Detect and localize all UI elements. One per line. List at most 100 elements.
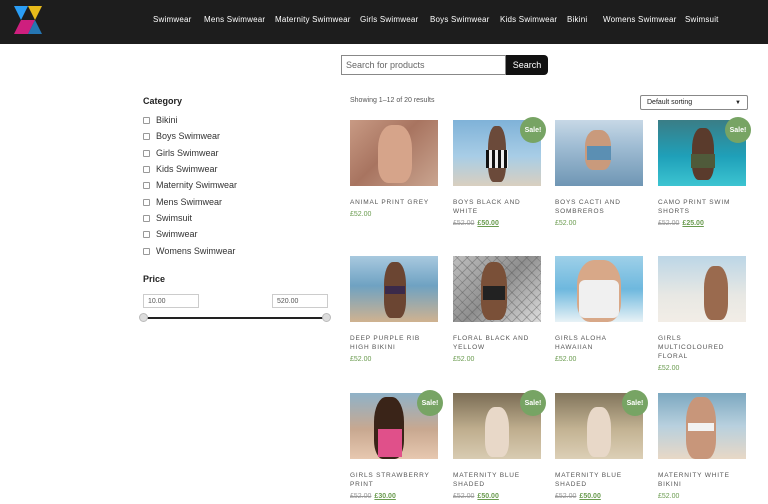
product-card[interactable]: GIRLS ALOHA HAWAIIAN £52.00 <box>555 256 644 364</box>
checkbox[interactable] <box>143 149 150 157</box>
product-card[interactable]: DEEP PURPLE RIB HIGH BIKINI £52.00 <box>350 256 439 364</box>
sale-badge: Sale! <box>417 390 443 416</box>
price: £52.00 <box>350 211 372 218</box>
price-max-input[interactable] <box>272 294 328 308</box>
product-title[interactable]: GIRLS ALOHA HAWAIIAN <box>555 334 644 352</box>
nav-item-bikini[interactable]: Bikini <box>567 15 587 24</box>
product-title[interactable]: MATERNITY WHITE BIKINI <box>658 471 747 489</box>
product-title[interactable]: MATERNITY BLUE SHADED <box>555 471 644 489</box>
checkbox[interactable] <box>143 247 150 255</box>
nav-item-mens-swimwear[interactable]: Mens Swimwear <box>204 15 265 24</box>
product-price: £52.00 £30.00 <box>350 492 439 501</box>
price-slider-min-handle[interactable] <box>139 313 148 322</box>
category-filter-maternity-swimwear[interactable]: Maternity Swimwear <box>143 179 237 191</box>
category-label: Bikini <box>156 115 178 125</box>
product-price: £52.00 £50.00 <box>453 219 542 228</box>
product-card[interactable]: Sale! MATERNITY BLUE SHADED £52.00 £50.00 <box>555 390 648 501</box>
product-price: £52.00 <box>350 210 439 219</box>
search-input[interactable] <box>341 55 506 75</box>
product-title[interactable]: BOYS CACTI AND SOMBREROS <box>555 198 644 216</box>
sort-dropdown[interactable]: Default sorting ▼ <box>640 95 748 110</box>
category-filter-kids-swimwear[interactable]: Kids Swimwear <box>143 163 218 175</box>
price-heading: Price <box>143 274 166 284</box>
category-filter-swimwear[interactable]: Swimwear <box>143 228 198 240</box>
category-filter-womens-swimwear[interactable]: Womens Swimwear <box>143 245 235 257</box>
product-image[interactable] <box>555 120 643 186</box>
product-title[interactable]: GIRLS MULTICOLOURED FLORAL <box>658 334 747 361</box>
category-label: Swimsuit <box>156 213 193 223</box>
product-image[interactable] <box>350 120 438 186</box>
nav-item-swimsuit[interactable]: Swimsuit <box>685 15 719 24</box>
product-card[interactable]: Sale! GIRLS STRAWBERRY PRINT £52.00 £30.0… <box>350 390 443 501</box>
old-price: £52.00 <box>453 493 475 500</box>
checkbox[interactable] <box>143 132 150 140</box>
sale-badge: Sale! <box>622 390 648 416</box>
category-filter-mens-swimwear[interactable]: Mens Swimwear <box>143 196 222 208</box>
checkbox[interactable] <box>143 181 150 189</box>
product-title[interactable]: DEEP PURPLE RIB HIGH BIKINI <box>350 334 439 352</box>
category-filter-girls-swimwear[interactable]: Girls Swimwear <box>143 147 219 159</box>
product-card[interactable]: BOYS CACTI AND SOMBREROS £52.00 <box>555 120 644 228</box>
price: £52.00 <box>555 220 577 227</box>
product-price: £52.00 <box>453 355 542 364</box>
product-title[interactable]: CAMO PRINT SWIM SHORTS <box>658 198 747 216</box>
price-slider-track[interactable] <box>143 317 326 319</box>
product-price: £52.00 £50.00 <box>453 492 542 501</box>
product-price: £52.00 <box>658 492 747 501</box>
sale-price: £50.00 <box>477 493 499 500</box>
category-label: Swimwear <box>156 229 198 239</box>
product-title[interactable]: MATERNITY BLUE SHADED <box>453 471 542 489</box>
product-title[interactable]: ANIMAL PRINT GREY <box>350 198 439 207</box>
price: £52.00 <box>555 356 577 363</box>
category-filter-bikini[interactable]: Bikini <box>143 114 178 126</box>
nav-item-maternity-swimwear[interactable]: Maternity Swimwear <box>275 15 351 24</box>
product-image[interactable] <box>555 256 643 322</box>
product-card[interactable]: MATERNITY WHITE BIKINI £52.00 <box>658 393 747 501</box>
sale-badge: Sale! <box>725 117 751 143</box>
price: £52.00 <box>658 493 680 500</box>
price-min-input[interactable] <box>143 294 199 308</box>
checkbox[interactable] <box>143 198 150 206</box>
nav-item-swimwear[interactable]: Swimwear <box>153 15 192 24</box>
category-filter-boys-swimwear[interactable]: Boys Swimwear <box>143 130 220 142</box>
product-card[interactable]: GIRLS MULTICOLOURED FLORAL £52.00 <box>658 256 747 373</box>
price: £52.00 <box>453 356 475 363</box>
sale-badge: Sale! <box>520 390 546 416</box>
product-image[interactable] <box>453 256 541 322</box>
product-card[interactable]: FLORAL BLACK AND YELLOW £52.00 <box>453 256 542 364</box>
product-card[interactable]: Sale! BOYS BLACK AND WHITE £52.00 £50.00 <box>453 117 546 228</box>
sale-price: £50.00 <box>477 220 499 227</box>
category-label: Boys Swimwear <box>156 131 221 141</box>
nav-item-boys-swimwear[interactable]: Boys Swimwear <box>430 15 490 24</box>
product-card[interactable]: Sale! MATERNITY BLUE SHADED £52.00 £50.00 <box>453 390 546 501</box>
product-title[interactable]: GIRLS STRAWBERRY PRINT <box>350 471 439 489</box>
category-filter-swimsuit[interactable]: Swimsuit <box>143 212 192 224</box>
sale-price: £50.00 <box>579 493 601 500</box>
category-heading: Category <box>143 96 183 106</box>
product-title[interactable]: FLORAL BLACK AND YELLOW <box>453 334 542 352</box>
checkbox[interactable] <box>143 116 150 124</box>
product-image[interactable] <box>658 393 746 459</box>
price: £52.00 <box>350 356 372 363</box>
nav-item-womens-swimwear[interactable]: Womens Swimwear <box>603 15 677 24</box>
checkbox[interactable] <box>143 165 150 173</box>
checkbox[interactable] <box>143 230 150 238</box>
product-card[interactable]: Sale! CAMO PRINT SWIM SHORTS £52.00 £25.0… <box>658 117 751 228</box>
product-title[interactable]: BOYS BLACK AND WHITE <box>453 198 542 216</box>
search-button[interactable]: Search <box>506 55 548 75</box>
nav-item-girls-swimwear[interactable]: Girls Swimwear <box>360 15 418 24</box>
old-price: £52.00 <box>658 220 680 227</box>
category-label: Womens Swimwear <box>156 246 236 256</box>
product-card[interactable]: ANIMAL PRINT GREY £52.00 <box>350 120 439 219</box>
nav-item-kids-swimwear[interactable]: Kids Swimwear <box>500 15 557 24</box>
sort-selected-label: Default sorting <box>647 99 693 106</box>
price-slider-max-handle[interactable] <box>322 313 331 322</box>
sale-badge: Sale! <box>520 117 546 143</box>
price: £52.00 <box>658 365 680 372</box>
category-label: Kids Swimwear <box>156 164 218 174</box>
product-image[interactable] <box>658 256 746 322</box>
checkbox[interactable] <box>143 214 150 222</box>
product-price: £52.00 <box>350 355 439 364</box>
product-image[interactable] <box>350 256 438 322</box>
old-price: £52.00 <box>555 493 577 500</box>
